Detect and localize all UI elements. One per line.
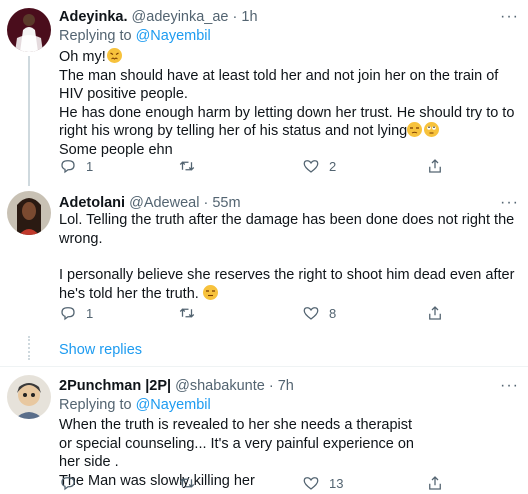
more-icon[interactable]: ··· [500,378,519,394]
display-name[interactable]: 2Punchman |2P| [59,378,171,394]
share-button[interactable] [426,474,444,492]
separator: · [232,9,238,25]
share-icon [429,306,441,320]
expressionless-face-emoji [202,284,218,300]
replying-to: Replying to @Nayembil [59,396,211,414]
tweet-header: 2Punchman |2P| @shabakunte · 7h [59,377,294,395]
thread-line [28,56,30,186]
share-button[interactable] [426,157,444,175]
tweet-header: Adetolani @Adeweal · 55m [59,194,241,212]
tweet-2punchman[interactable]: 2Punchman |2P| @shabakunte · 7h ··· Repl… [0,367,528,494]
like-button[interactable]: 2 [302,157,336,175]
tweet-line: Lol. Telling the truth after the damage … [59,212,515,247]
show-replies-link[interactable]: Show replies [59,342,142,358]
tweet-header: Adeyinka. @adeyinka_ae · 1h [59,8,258,26]
retweet-icon [179,478,195,488]
display-name[interactable]: Adeyinka. [59,9,128,25]
tweet-line: I personally believe she reserves the ri… [59,267,515,302]
retweet-button[interactable] [178,157,196,175]
separator: · [268,378,274,394]
reply-icon [61,477,75,491]
replying-to: Replying to @Nayembil [59,27,211,45]
tweet-adetolani[interactable]: Adetolani @Adeweal · 55m ··· Lol. Tellin… [0,186,528,326]
reply-button[interactable] [59,474,77,492]
confounded-face-emoji [106,48,122,63]
replying-to-label: Replying to [59,397,132,413]
timestamp[interactable]: 1h [241,9,257,25]
profile-photo-icon [7,8,51,52]
display-name[interactable]: Adetolani [59,195,125,211]
mention-link[interactable]: @Nayembil [136,28,211,44]
avatar[interactable] [7,8,51,52]
reply-icon [61,160,75,174]
more-icon[interactable]: ··· [500,195,519,211]
avatar[interactable] [7,191,51,235]
retweet-button[interactable] [178,304,196,322]
thread-dots [28,336,30,360]
retweet-icon [179,161,195,171]
more-icon[interactable]: ··· [500,9,519,25]
unamused-face-emoji [407,122,423,138]
mention-link[interactable]: @Nayembil [136,397,211,413]
profile-photo-icon [7,375,51,419]
tweet-actions: 13 [59,474,459,494]
share-icon [429,159,441,173]
avatar[interactable] [7,375,51,419]
user-handle[interactable]: @adeyinka_ae [132,9,229,25]
like-count: 2 [329,158,337,174]
like-button[interactable]: 8 [302,304,336,322]
reply-button[interactable]: 1 [59,157,93,175]
reply-count: 1 [86,158,94,174]
timestamp[interactable]: 7h [278,378,294,394]
user-handle[interactable]: @shabakunte [175,378,265,394]
tweet-text: Lol. Telling the truth after the damage … [59,211,519,303]
timestamp[interactable]: 55m [212,195,240,211]
like-count: 13 [329,475,344,491]
profile-photo-icon [7,191,51,235]
replying-to-label: Replying to [59,28,132,44]
tweet-line: Oh my! [59,48,519,67]
tweet-line: The man should have at least told her an… [59,67,499,103]
tweet-text: Oh my! The man should have at least told… [59,48,519,160]
like-icon [303,160,319,173]
like-button[interactable]: 13 [302,474,343,492]
tweet-adeyinka[interactable]: Adeyinka. @adeyinka_ae · 1h ··· Replying… [0,0,528,186]
retweet-button[interactable] [178,474,196,492]
face-with-rolling-eyes-emoji [424,122,440,138]
reply-button[interactable]: 1 [59,304,93,322]
like-icon [303,477,319,490]
like-count: 8 [329,305,337,321]
reply-icon [61,307,75,321]
tweet-actions: 1 2 [59,157,459,177]
user-handle[interactable]: @Adeweal [129,195,199,211]
reply-count: 1 [86,305,94,321]
tweet-line: When the truth is revealed to her she ne… [59,417,414,471]
share-button[interactable] [426,304,444,322]
tweet-actions: 1 8 [59,304,459,324]
like-icon [303,307,319,320]
retweet-icon [179,308,195,318]
tweet-line: He has done enough harm by letting down … [59,104,515,140]
share-icon [429,476,441,490]
separator: · [203,195,209,211]
